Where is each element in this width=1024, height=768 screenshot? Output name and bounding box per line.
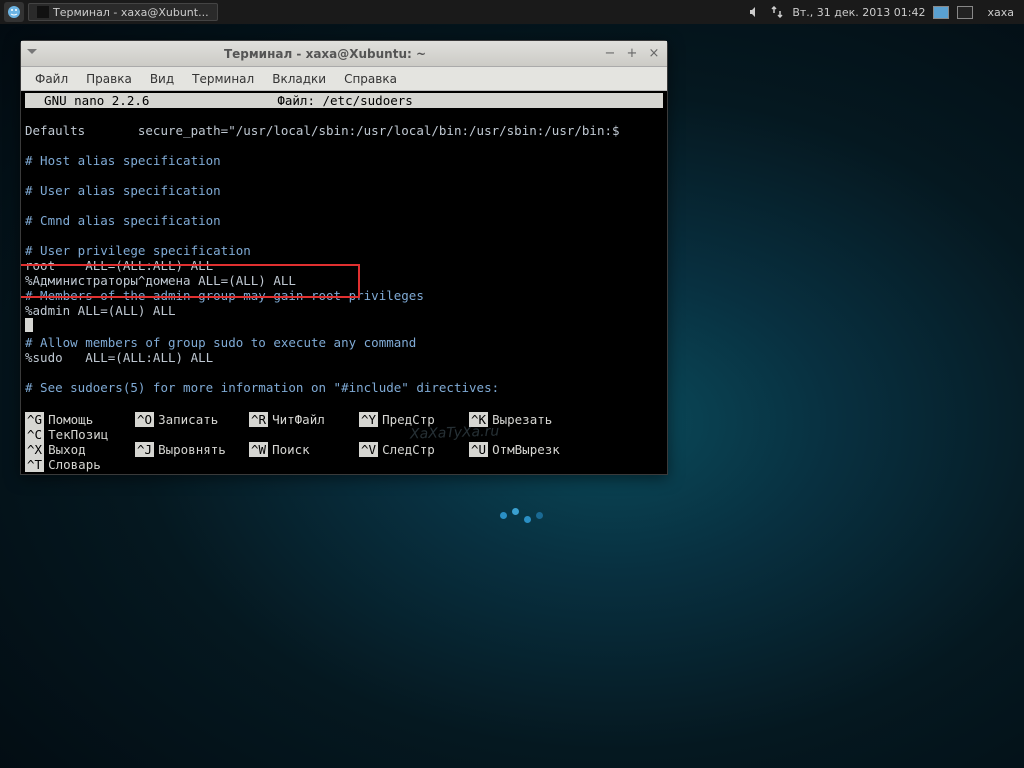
file-line bbox=[25, 168, 663, 183]
file-line bbox=[25, 395, 663, 410]
file-line bbox=[25, 228, 663, 243]
cursor bbox=[25, 318, 33, 332]
terminal-window: Терминал - xaxa@Xubuntu: ~ − + × ФайлПра… bbox=[20, 40, 668, 475]
menu-вид[interactable]: Вид bbox=[142, 70, 182, 88]
workspace-1[interactable] bbox=[933, 6, 949, 19]
menu-правка[interactable]: Правка bbox=[78, 70, 140, 88]
nano-shortcut: ^VСледСтр bbox=[359, 442, 465, 457]
applications-menu-icon[interactable] bbox=[4, 2, 24, 22]
minimize-button[interactable]: − bbox=[603, 47, 617, 61]
nano-shortcut: ^XВыход bbox=[25, 442, 131, 457]
file-line: # Cmnd alias specification bbox=[25, 213, 663, 228]
nano-content[interactable]: Defaults secure_path="/usr/local/sbin:/u… bbox=[25, 108, 663, 410]
close-button[interactable]: × bbox=[647, 47, 661, 61]
clock[interactable]: Вт., 31 дек. 2013 01:42 bbox=[792, 6, 925, 19]
file-line bbox=[25, 318, 663, 335]
file-line: root ALL=(ALL:ALL) ALL bbox=[25, 258, 663, 273]
file-line: %sudo ALL=(ALL:ALL) ALL bbox=[25, 350, 663, 365]
nano-shortcut: ^UОтмВырезк bbox=[469, 442, 575, 457]
nano-shortcut: ^CТекПозиц bbox=[25, 427, 125, 442]
nano-shortcut: ^RЧитФайл bbox=[249, 412, 355, 427]
terminal-icon bbox=[37, 6, 49, 18]
window-title: Терминал - xaxa@Xubuntu: ~ bbox=[47, 47, 603, 61]
menu-справка[interactable]: Справка bbox=[336, 70, 405, 88]
taskbar: Терминал - xaxa@Xubunt... Вт., 31 дек. 2… bbox=[0, 0, 1024, 24]
volume-icon[interactable] bbox=[748, 5, 762, 19]
window-titlebar[interactable]: Терминал - xaxa@Xubuntu: ~ − + × bbox=[21, 41, 667, 67]
file-line: %admin ALL=(ALL) ALL bbox=[25, 303, 663, 318]
nano-shortcut: ^JВыровнять bbox=[135, 442, 245, 457]
file-line bbox=[25, 198, 663, 213]
taskbar-app-terminal[interactable]: Терминал - xaxa@Xubunt... bbox=[28, 3, 218, 21]
nano-shortcuts: ^GПомощь^OЗаписать^RЧитФайл^YПредСтр^KВы… bbox=[21, 412, 667, 474]
taskbar-app-label: Терминал - xaxa@Xubunt... bbox=[53, 6, 209, 19]
nano-shortcut: ^GПомощь bbox=[25, 412, 131, 427]
network-icon[interactable] bbox=[770, 5, 784, 19]
menu-вкладки[interactable]: Вкладки bbox=[264, 70, 334, 88]
file-line: # Host alias specification bbox=[25, 153, 663, 168]
menubar: ФайлПравкаВидТерминалВкладкиСправка bbox=[21, 67, 667, 91]
menu-файл[interactable]: Файл bbox=[27, 70, 76, 88]
file-line bbox=[25, 365, 663, 380]
file-line: %Администраторы^домена ALL=(ALL) ALL bbox=[25, 273, 663, 288]
maximize-button[interactable]: + bbox=[625, 47, 639, 61]
nano-shortcut: ^TСловарь bbox=[25, 457, 125, 472]
file-line bbox=[25, 108, 663, 123]
nano-shortcut: ^WПоиск bbox=[249, 442, 355, 457]
file-line: # User privilege specification bbox=[25, 243, 663, 258]
file-line: Defaults secure_path="/usr/local/sbin:/u… bbox=[25, 123, 663, 138]
workspace-2[interactable] bbox=[957, 6, 973, 19]
nano-shortcut: ^OЗаписать bbox=[135, 412, 245, 427]
file-line bbox=[25, 138, 663, 153]
nano-header: GNU nano 2.2.6 Файл: /etc/sudoers bbox=[25, 93, 663, 108]
file-line: # User alias specification bbox=[25, 183, 663, 198]
file-line: # Allow members of group sudo to execute… bbox=[25, 335, 663, 350]
watermark: XaXaTyXa.ru bbox=[410, 423, 500, 442]
file-line: # Members of the admin group may gain ro… bbox=[25, 288, 663, 303]
user-label[interactable]: xaxa bbox=[981, 6, 1020, 19]
terminal-body[interactable]: GNU nano 2.2.6 Файл: /etc/sudoers Defaul… bbox=[21, 91, 667, 474]
loading-indicator bbox=[500, 512, 543, 519]
file-line: # See sudoers(5) for more information on… bbox=[25, 380, 663, 395]
window-menu-icon[interactable] bbox=[27, 47, 41, 61]
menu-терминал[interactable]: Терминал bbox=[184, 70, 262, 88]
